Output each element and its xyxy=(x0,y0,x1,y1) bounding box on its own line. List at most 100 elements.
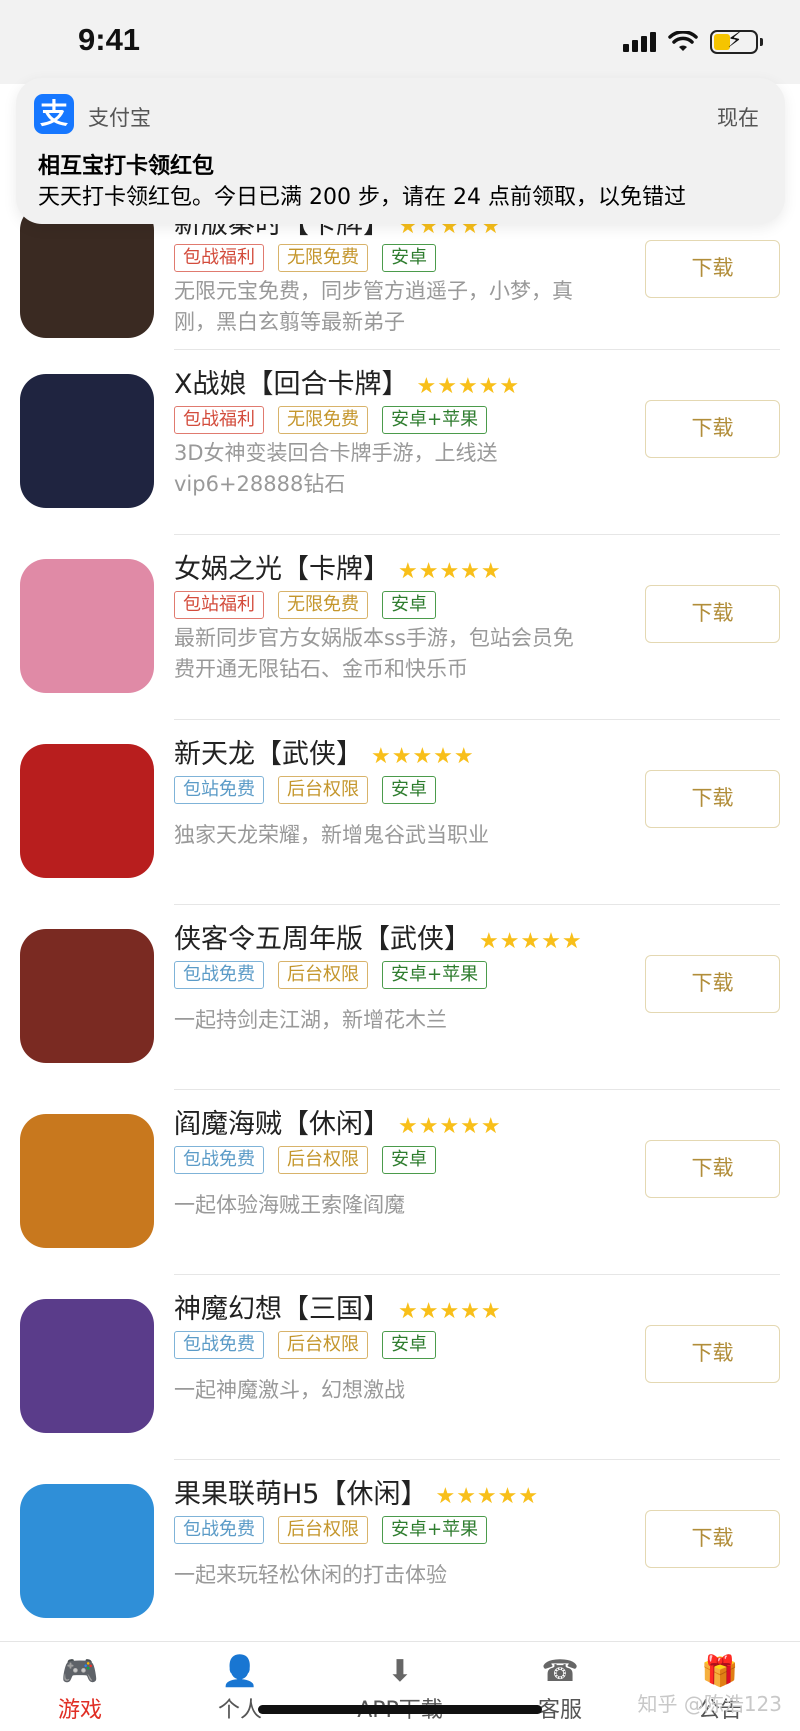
tab-phone[interactable]: ☎ 客服 xyxy=(480,1642,640,1731)
tab-person[interactable]: 👤 个人 xyxy=(160,1642,320,1731)
rating-stars: ★★★★★ xyxy=(398,559,502,584)
download-button[interactable]: 下载 xyxy=(645,1325,780,1383)
notification-app-name: 支付宝 xyxy=(88,106,151,130)
game-description: 独家天龙荣耀，新增鬼谷武当职业 xyxy=(174,823,489,847)
game-title: 新天龙【武侠】 ★★★★★ xyxy=(174,732,475,771)
game-list-item[interactable]: 果果联萌H5【休闲】 ★★★★★ 包战免费 后台权限 安卓+苹果 一起来玩轻松休闲的打… xyxy=(0,1460,800,1645)
download-button[interactable]: 下载 xyxy=(645,955,780,1013)
game-list-item[interactable]: 新天龙【武侠】 ★★★★★ 包站免费 后台权限 安卓 独家天龙荣耀，新增鬼谷武当职业 … xyxy=(0,720,800,905)
game-tag: 后台权限 xyxy=(278,1146,368,1174)
game-list-item[interactable]: X战娘【回合卡牌】 ★★★★★ 包战福利 无限免费 安卓+苹果 3D女神变装回合卡牌手… xyxy=(0,350,800,535)
game-icon[interactable] xyxy=(20,204,154,338)
game-tag: 无限免费 xyxy=(278,591,368,619)
status-time: 9:41 xyxy=(78,22,141,57)
game-title: 阎魔海贼【休闲】 ★★★★★ xyxy=(174,1102,502,1141)
tag-row: 包战免费 后台权限 安卓+苹果 xyxy=(174,961,488,989)
tab-label: 游戏 xyxy=(57,1698,102,1723)
download-button[interactable]: 下载 xyxy=(645,1510,780,1568)
game-tag: 包站免费 xyxy=(174,776,264,804)
game-icon[interactable] xyxy=(20,929,154,1063)
game-icon[interactable] xyxy=(20,1299,154,1433)
game-description: 一起体验海贼王索隆阎魔 xyxy=(174,1193,405,1217)
rating-stars: ★★★★★ xyxy=(371,744,475,769)
gift-icon: 🎁 xyxy=(701,1654,739,1689)
tag-row: 包战免费 后台权限 安卓 xyxy=(174,1146,436,1174)
game-tag: 后台权限 xyxy=(278,961,368,989)
game-name: X战娘【回合卡牌】 xyxy=(174,369,409,400)
tag-row: 包战福利 无限免费 安卓 xyxy=(174,244,436,272)
game-title: 侠客令五周年版【武侠】 ★★★★★ xyxy=(174,917,583,956)
game-description: 3D女神变装回合卡牌手游，上线送vip6+28888钻石 xyxy=(174,441,498,496)
game-tag: 安卓 xyxy=(382,1146,436,1174)
game-tag: 包战免费 xyxy=(174,1516,264,1544)
game-description: 最新同步官方女娲版本ss手游，包站会员免费开通无限钻石、金币和快乐币 xyxy=(174,626,574,681)
game-list-item[interactable]: 女娲之光【卡牌】 ★★★★★ 包站福利 无限免费 安卓 最新同步官方女娲版本ss手游，… xyxy=(0,535,800,720)
game-title: 神魔幻想【三国】 ★★★★★ xyxy=(174,1287,502,1326)
tag-row: 包战免费 后台权限 安卓 xyxy=(174,1331,436,1359)
game-title: X战娘【回合卡牌】 ★★★★★ xyxy=(174,362,520,401)
watermark: 知乎 @陈浩123 xyxy=(637,1692,782,1716)
game-tag: 安卓+苹果 xyxy=(382,1516,488,1544)
game-tag: 后台权限 xyxy=(278,1516,368,1544)
tag-row: 包站福利 无限免费 安卓 xyxy=(174,591,436,619)
game-title: 女娲之光【卡牌】 ★★★★★ xyxy=(174,547,502,586)
game-tag: 后台权限 xyxy=(278,776,368,804)
game-name: 女娲之光【卡牌】 xyxy=(174,554,390,585)
game-description: 一起持剑走江湖，新增花木兰 xyxy=(174,1008,447,1032)
game-description: 一起来玩轻松休闲的打击体验 xyxy=(174,1563,447,1587)
game-name: 果果联萌H5【休闲】 xyxy=(174,1479,428,1510)
wifi-icon xyxy=(668,31,698,51)
game-icon[interactable] xyxy=(20,1484,154,1618)
notification-banner[interactable]: 支 支付宝 现在 相互宝打卡领红包 天天打卡领红包。今日已满 200 步，请在 … xyxy=(16,78,785,224)
person-icon: 👤 xyxy=(221,1654,259,1689)
game-icon[interactable] xyxy=(20,1114,154,1248)
tab-gift[interactable]: 🎁 公告 xyxy=(640,1642,800,1731)
battery-icon: ⚡ xyxy=(710,28,763,54)
game-tag: 包战福利 xyxy=(174,244,264,272)
download-button[interactable]: 下载 xyxy=(645,585,780,643)
tab-gamepad[interactable]: 🎮 游戏 xyxy=(0,1642,160,1731)
game-list-item[interactable]: 阎魔海贼【休闲】 ★★★★★ 包战免费 后台权限 安卓 一起体验海贼王索隆阎魔 下载 xyxy=(0,1090,800,1275)
notification-title: 相互宝打卡领红包 xyxy=(38,154,215,179)
game-tag: 安卓 xyxy=(382,244,436,272)
gamepad-icon: 🎮 xyxy=(61,1654,99,1689)
game-list: 新版秦时【卡牌】 ★★★★★ 包战福利 无限免费 安卓 无限元宝免费，同步管方逍遥子，… xyxy=(0,200,800,1645)
game-tag: 包战免费 xyxy=(174,961,264,989)
game-name: 神魔幻想【三国】 xyxy=(174,1294,390,1325)
signal-icon xyxy=(623,32,656,52)
alipay-icon: 支 xyxy=(34,94,74,134)
game-list-item[interactable]: 神魔幻想【三国】 ★★★★★ 包战免费 后台权限 安卓 一起神魔激斗，幻想激战 下载 xyxy=(0,1275,800,1460)
tab-download[interactable]: ⬇ APP下载 xyxy=(320,1642,480,1731)
phone-icon: ☎ xyxy=(541,1654,579,1689)
rating-stars: ★★★★★ xyxy=(398,1299,502,1324)
notification-time: 现在 xyxy=(717,106,759,130)
download-button[interactable]: 下载 xyxy=(645,240,780,298)
tag-row: 包战免费 后台权限 安卓+苹果 xyxy=(174,1516,488,1544)
rating-stars: ★★★★★ xyxy=(479,929,583,954)
rating-stars: ★★★★★ xyxy=(416,374,521,399)
download-button[interactable]: 下载 xyxy=(645,400,780,458)
game-tag: 无限免费 xyxy=(278,406,368,434)
game-icon[interactable] xyxy=(20,374,154,508)
game-icon[interactable] xyxy=(20,559,154,693)
game-tag: 安卓+苹果 xyxy=(382,961,488,989)
game-name: 阎魔海贼【休闲】 xyxy=(174,1109,390,1140)
tab-bar: 🎮 游戏 👤 个人 ⬇ APP下载 ☎ 客服 🎁 公告 xyxy=(0,1641,800,1731)
download-button[interactable]: 下载 xyxy=(645,1140,780,1198)
game-tag: 包战福利 xyxy=(174,406,264,434)
game-icon[interactable] xyxy=(20,744,154,878)
download-button[interactable]: 下载 xyxy=(645,770,780,828)
game-list-item[interactable]: 侠客令五周年版【武侠】 ★★★★★ 包战免费 后台权限 安卓+苹果 一起持剑走江湖，新… xyxy=(0,905,800,1090)
game-tag: 无限免费 xyxy=(278,244,368,272)
game-tag: 安卓 xyxy=(382,776,436,804)
game-name: 侠客令五周年版【武侠】 xyxy=(174,924,471,955)
game-tag: 后台权限 xyxy=(278,1331,368,1359)
status-bar: 9:41 ⚡ xyxy=(0,0,800,84)
rating-stars: ★★★★★ xyxy=(398,1114,502,1139)
download-icon: ⬇ xyxy=(387,1654,413,1689)
home-indicator xyxy=(258,1705,542,1714)
game-tag: 安卓 xyxy=(382,591,436,619)
game-title: 果果联萌H5【休闲】 ★★★★★ xyxy=(174,1472,539,1511)
tag-row: 包战福利 无限免费 安卓+苹果 xyxy=(174,406,488,434)
status-icons: ⚡ xyxy=(623,28,763,54)
